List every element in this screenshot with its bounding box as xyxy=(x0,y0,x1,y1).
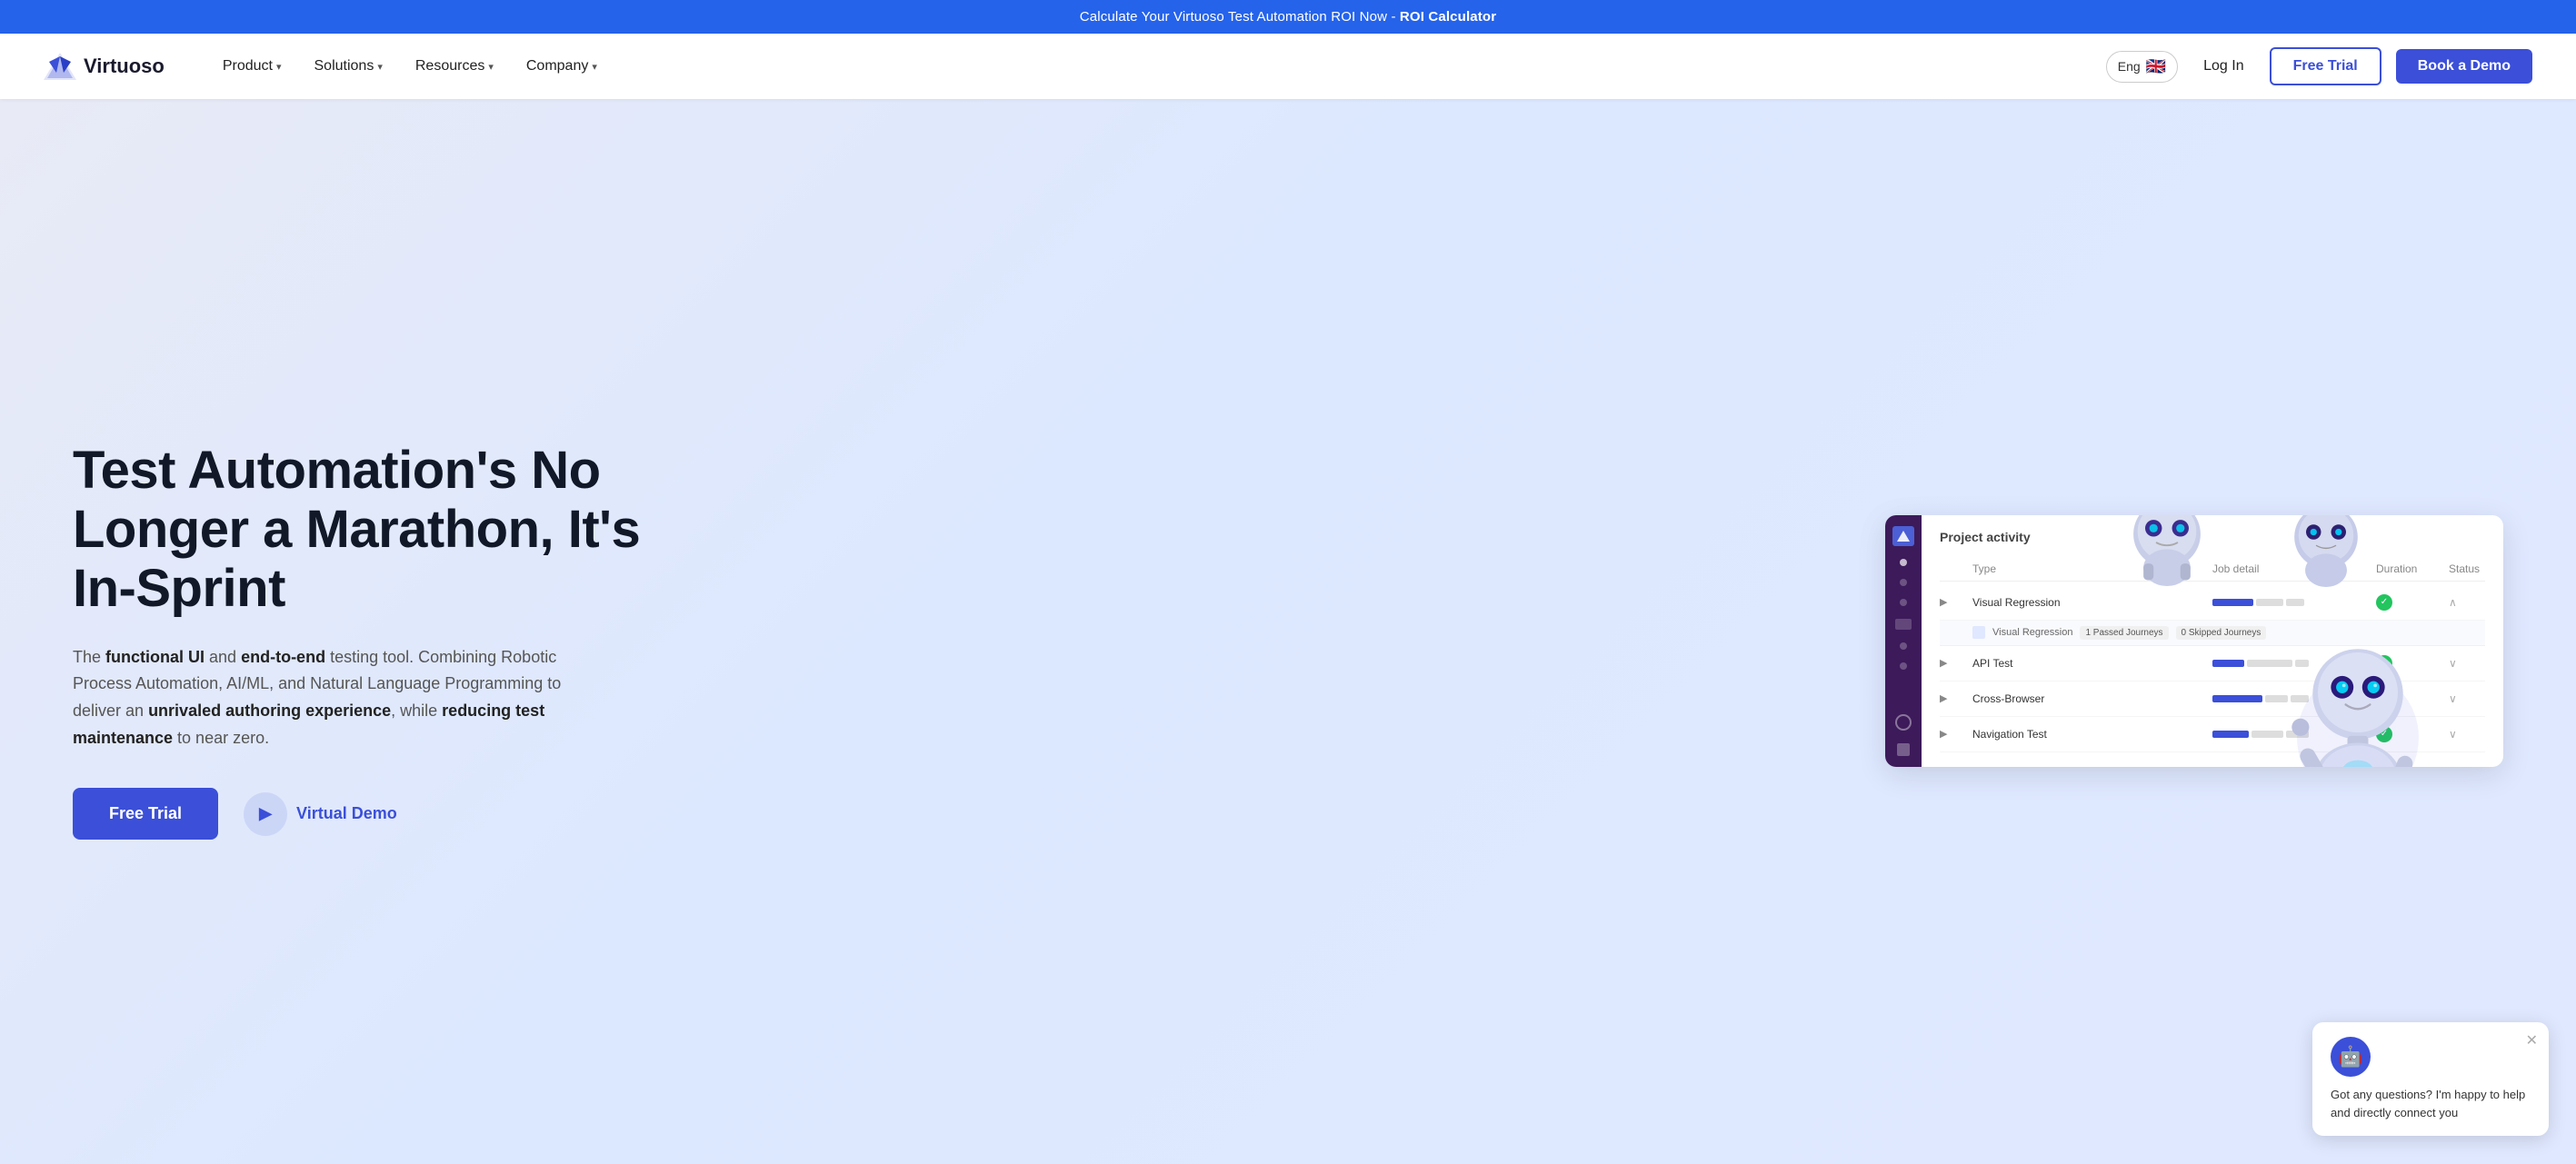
hero-buttons: Free Trial ▶ Virtual Demo xyxy=(73,788,691,840)
logo-text: Virtuoso xyxy=(84,55,165,78)
row-name-api-test: API Test xyxy=(1972,657,2212,670)
row-name-visual-regression: Visual Regression xyxy=(1972,596,2212,609)
play-button[interactable]: ▶ xyxy=(1940,692,1972,704)
col-status: Status xyxy=(2449,562,2485,575)
dashboard-sidebar xyxy=(1885,515,1922,767)
flag-icon: 🇬🇧 xyxy=(2146,57,2166,76)
bar-segment xyxy=(2286,599,2304,606)
nav: Product ▾ Solutions ▾ Resources ▾ Compan… xyxy=(208,51,2106,82)
sidebar-logo xyxy=(1892,526,1914,546)
language-button[interactable]: Eng 🇬🇧 xyxy=(2106,51,2178,83)
sub-row-icon xyxy=(1972,626,1985,639)
sidebar-dot-4 xyxy=(1900,642,1907,650)
nav-resources[interactable]: Resources ▾ xyxy=(401,51,508,82)
logo-link[interactable]: Virtuoso xyxy=(44,53,165,80)
virtual-demo-label: Virtual Demo xyxy=(296,804,397,823)
chevron-down-icon: ▾ xyxy=(488,61,494,73)
sidebar-dot-2 xyxy=(1900,579,1907,586)
roi-calculator-link[interactable]: ROI Calculator xyxy=(1400,9,1496,25)
hero-title: Test Automation's No Longer a Marathon, … xyxy=(73,442,691,619)
chat-bubble: ✕ 🤖 Got any questions? I'm happy to help… xyxy=(2312,1022,2549,1136)
lang-label: Eng xyxy=(2118,59,2141,74)
sidebar-power-icon xyxy=(1895,714,1912,731)
robot-floating-right xyxy=(2276,515,2376,597)
header-right: Eng 🇬🇧 Log In Free Trial Book a Demo xyxy=(2106,47,2532,85)
row-name-navigation-test: Navigation Test xyxy=(1972,728,2212,741)
robot-floating-left xyxy=(2112,515,2222,597)
expand-button[interactable]: ∧ xyxy=(2449,596,2485,609)
virtual-demo-button[interactable]: ▶ Virtual Demo xyxy=(244,792,397,836)
chevron-down-icon: ▾ xyxy=(276,61,282,73)
play-button[interactable]: ▶ xyxy=(1940,657,1972,669)
nav-company[interactable]: Company ▾ xyxy=(512,51,612,82)
nav-product[interactable]: Product ▾ xyxy=(208,51,296,82)
skipped-badge: 0 Skipped Journeys xyxy=(2176,626,2267,640)
sidebar-dot-5 xyxy=(1900,662,1907,670)
bar-segment xyxy=(2212,695,2262,702)
chevron-down-icon: ▾ xyxy=(592,61,597,73)
hero-free-trial-button[interactable]: Free Trial xyxy=(73,788,218,840)
expand-button[interactable]: ∨ xyxy=(2449,728,2485,741)
robot-main xyxy=(2267,633,2449,767)
expand-button[interactable]: ∨ xyxy=(2449,692,2485,705)
bar-segment xyxy=(2212,599,2253,606)
row-name-cross-browser: Cross-Browser xyxy=(1972,692,2212,705)
book-demo-button[interactable]: Book a Demo xyxy=(2396,49,2532,84)
sidebar-dot-3 xyxy=(1900,599,1907,606)
top-banner: Calculate Your Virtuoso Test Automation … xyxy=(0,0,2576,34)
chat-text: Got any questions? I'm happy to help and… xyxy=(2331,1086,2531,1121)
play-icon: ▶ xyxy=(244,792,287,836)
nav-solutions[interactable]: Solutions ▾ xyxy=(300,51,397,82)
bar-segment xyxy=(2256,599,2283,606)
status-check: ✓ xyxy=(2376,594,2392,611)
passed-badge: 1 Passed Journeys xyxy=(2080,626,2168,640)
free-trial-button[interactable]: Free Trial xyxy=(2270,47,2381,85)
chat-avatar: 🤖 xyxy=(2331,1037,2371,1077)
sidebar-list-icon xyxy=(1895,619,1912,630)
play-button[interactable]: ▶ xyxy=(1940,728,1972,740)
sidebar-dot-1 xyxy=(1900,559,1907,566)
hero-content: Test Automation's No Longer a Marathon, … xyxy=(73,442,691,841)
hero-section: Test Automation's No Longer a Marathon, … xyxy=(0,99,2576,1164)
col-duration: Duration xyxy=(2376,562,2449,575)
sub-row-label: Visual Regression xyxy=(1992,627,2072,638)
bar-segment xyxy=(2212,731,2249,738)
dashboard-card: Project activity Type Job detail Duratio… xyxy=(1885,515,2503,767)
row-bars xyxy=(2212,599,2376,606)
close-icon[interactable]: ✕ xyxy=(2526,1031,2538,1050)
sidebar-arrow-icon xyxy=(1897,743,1910,756)
play-button[interactable]: ▶ xyxy=(1940,596,1972,608)
banner-text: Calculate Your Virtuoso Test Automation … xyxy=(1080,9,1400,25)
logo-icon xyxy=(44,53,76,80)
expand-button[interactable]: ∨ xyxy=(2449,657,2485,670)
hero-description: The functional UI and end-to-end testing… xyxy=(73,644,582,752)
bar-segment xyxy=(2212,660,2244,667)
col-play xyxy=(1940,562,1972,575)
header: Virtuoso Product ▾ Solutions ▾ Resources… xyxy=(0,34,2576,99)
hero-visual: Project activity Type Job detail Duratio… xyxy=(691,515,2503,767)
login-button[interactable]: Log In xyxy=(2192,51,2254,82)
chevron-down-icon: ▾ xyxy=(377,61,383,73)
